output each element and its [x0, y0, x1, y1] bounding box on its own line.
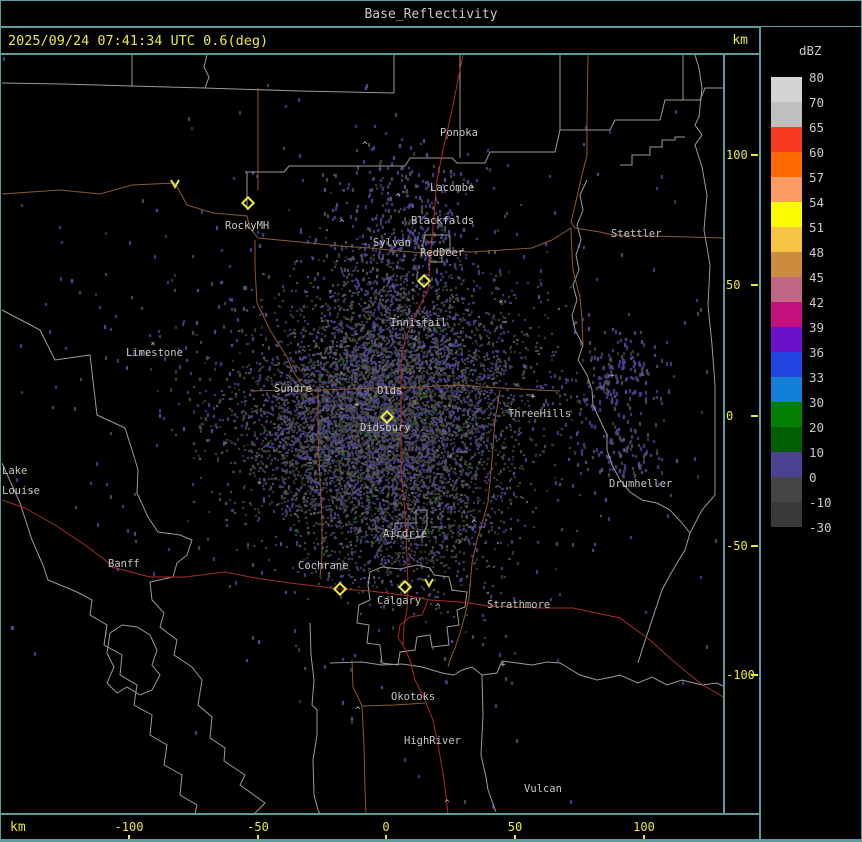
colorbar-value-label: 51 [809, 220, 825, 235]
city-label-lake: Lake [2, 465, 28, 477]
city-label-olds: Olds [377, 385, 403, 397]
city-label-rockymh: RockyMH [225, 220, 270, 232]
city-label-highriver: HighRiver [404, 735, 461, 747]
colorbar-value-label: 30 [809, 395, 825, 410]
city-label-calgary: Calgary [377, 595, 422, 607]
city-label-stettler: Stettler [611, 228, 662, 240]
city-label-cochrane: Cochrane [298, 560, 349, 572]
scan-timestamp: 2025/09/24 07:41:34 UTC 0.6(deg) [8, 33, 269, 49]
colorbar-block-33 [771, 377, 802, 402]
colorbar-block-70 [771, 102, 802, 127]
colorbar-block-51 [771, 227, 802, 252]
city-label-reddeer: RedDeer [420, 247, 465, 259]
city-label-strathmore: Strathmore [487, 599, 551, 611]
colorbar-value-label: 65 [809, 120, 825, 135]
colorbar-value-label: 33 [809, 370, 825, 385]
city-label-vulcan: Vulcan [524, 783, 562, 795]
colorbar-title: dBZ [799, 43, 822, 58]
x-tick-label: 0 [382, 820, 390, 834]
x-tick-label: 50 [507, 820, 523, 834]
y-tick-mark [751, 284, 758, 286]
radar-application-window: { "window": { "title": "Base_Reflectivit… [0, 0, 862, 842]
colorbar-value-label: 57 [809, 170, 825, 185]
colorbar-block-36 [771, 352, 802, 377]
colorbar-value-label: 0 [809, 470, 817, 485]
city-label-drumheller: Drumheller [609, 478, 673, 490]
y-tick-label: -50 [726, 539, 748, 553]
x-tick-label: -50 [247, 820, 269, 834]
colorbar-value-label: -30 [809, 520, 832, 535]
y-tick-label: 100 [726, 148, 748, 162]
colorbar-block-57 [771, 177, 802, 202]
colorbar-block-54 [771, 202, 802, 227]
city-label-innisfail: Innisfail [390, 317, 447, 329]
colorbar-block-20 [771, 427, 802, 452]
colorbar-block-48 [771, 252, 802, 277]
colorbar-block-42 [771, 302, 802, 327]
colorbar-block-80 [771, 77, 802, 102]
axis-unit-label: km [732, 33, 748, 48]
colorbar-value-label: 80 [809, 70, 825, 85]
colorbar-value-label: 42 [809, 295, 825, 310]
city-label-sundre: Sundre [274, 383, 312, 395]
title-bar: Base_Reflectivity [0, 0, 862, 27]
colorbar-block-0 [771, 477, 802, 502]
colorbar-block--10 [771, 502, 802, 527]
city-label-okotoks: Okotoks [391, 691, 436, 703]
colorbar-value-label: 10 [809, 445, 825, 460]
city-label-louise: Louise [2, 485, 40, 497]
divider [0, 839, 862, 841]
header-row: 2025/09/24 07:41:34 UTC 0.6(deg) km [0, 28, 760, 54]
colorbar-value-label: 60 [809, 145, 825, 160]
y-axis: 100 50 0 -50 -100 [725, 55, 759, 813]
colorbar-value-label: 54 [809, 195, 825, 210]
colorbar-value-label: -10 [809, 495, 832, 510]
x-axis-unit: km [10, 820, 26, 835]
city-label-didsbury: Didsbury [360, 422, 411, 434]
y-tick-mark [751, 154, 758, 156]
city-label-airdrie: Airdrie [383, 528, 428, 540]
colorbar-block-45 [771, 277, 802, 302]
colorbar-value-label: 20 [809, 420, 825, 435]
city-label-threehills: ThreeHills [508, 408, 572, 420]
x-tick-label: 100 [633, 820, 655, 834]
colorbar-value-label: 48 [809, 245, 825, 260]
colorbar-block-39 [771, 327, 802, 352]
x-tick-label: -100 [114, 820, 144, 834]
colorbar-block-30 [771, 402, 802, 427]
window-title: Base_Reflectivity [364, 7, 498, 22]
city-label-banff: Banff [108, 558, 140, 570]
x-axis: km -100 -50 0 50 100 [0, 815, 760, 841]
colorbar-value-label: 36 [809, 345, 825, 360]
colorbar-value-label: 39 [809, 320, 825, 335]
y-tick-mark [751, 415, 758, 417]
colorbar-block-10 [771, 452, 802, 477]
colorbar-block-60 [771, 152, 802, 177]
colorbar-value-label: 70 [809, 95, 825, 110]
city-label-ponoka: Ponoka [440, 127, 478, 139]
y-tick-mark [751, 545, 758, 547]
city-label-limestone: Limestone [126, 347, 183, 359]
city-label-lacombe: Lacombe [430, 182, 475, 194]
city-label-layer: Ponoka Lacombe Blackfalds Sylvan RedDeer Stet… [2, 55, 723, 814]
city-label-blackfalds: Blackfalds [411, 215, 475, 227]
radar-map-viewport[interactable]: ^ ^ ^ ^ ^ ^ ^ * * + + + + · · · Ponoka Lacombe Blackfalds… [2, 55, 723, 814]
y-tick-label: 50 [726, 278, 741, 292]
y-tick-label: 0 [726, 409, 734, 423]
colorbar-value-label: 45 [809, 270, 825, 285]
colorbar-panel: dBZ 80 70 65 60 57 54 51 48 45 42 39 36 33 30 20 10 0 -10… [761, 27, 862, 842]
city-label-sylvan: Sylvan [373, 237, 411, 249]
y-tick-mark [751, 674, 758, 676]
colorbar-block-65 [771, 127, 802, 152]
